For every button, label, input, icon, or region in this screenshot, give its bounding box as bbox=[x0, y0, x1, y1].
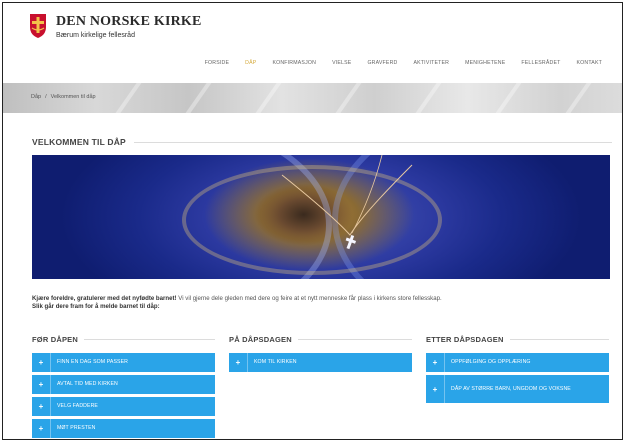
plus-icon: + bbox=[432, 384, 438, 394]
breadcrumb-home[interactable]: Dåp bbox=[31, 94, 41, 100]
column-etter-dapsdagen: ETTER DÅPSDAGEN + OPPFØLGING OG OPPLÆRIN… bbox=[426, 335, 609, 406]
banner-texture bbox=[406, 83, 444, 113]
button-label: VELG FADDERE bbox=[57, 403, 98, 409]
button-divider bbox=[50, 353, 51, 372]
intro-text: Kjære foreldre, gratulerer med det nyfød… bbox=[32, 295, 612, 311]
column-divider bbox=[83, 339, 215, 340]
church-cross-shield-icon[interactable] bbox=[29, 13, 47, 39]
column-title: FØR DÅPEN bbox=[32, 335, 78, 344]
column-for-dapen: FØR DÅPEN + FINN EN DAG SOM PASSER + AVT… bbox=[32, 335, 215, 439]
title-divider bbox=[133, 141, 612, 143]
site-subtitle: Bærum kirkelige fellesråd bbox=[56, 32, 135, 39]
intro-greeting: Kjære foreldre, gratulerer med det nyfød… bbox=[32, 295, 177, 302]
column-title: PÅ DÅPSDAGEN bbox=[229, 335, 292, 344]
nav-item-fellesradet[interactable]: FELLESRÅDET bbox=[513, 60, 568, 66]
nav-item-forside[interactable]: FORSIDE bbox=[197, 60, 237, 66]
button-label: DÅP AV STØRRE BARN, UNGDOM OG VOKSNE bbox=[451, 385, 571, 392]
finn-dag-button[interactable]: + FINN EN DAG SOM PASSER bbox=[32, 353, 215, 372]
banner-texture bbox=[326, 83, 364, 113]
column-header: PÅ DÅPSDAGEN bbox=[229, 335, 412, 344]
button-divider bbox=[50, 397, 51, 416]
plus-icon: + bbox=[38, 380, 44, 389]
plus-icon: + bbox=[38, 358, 44, 367]
intro-body: Vi vil gjerne dele gleden med dere og fe… bbox=[176, 295, 442, 302]
banner-texture bbox=[486, 83, 524, 113]
button-divider bbox=[247, 353, 248, 372]
avtal-tid-button[interactable]: + AVTAL TID MED KIRKEN bbox=[32, 375, 215, 394]
plus-icon: + bbox=[38, 424, 44, 433]
plus-icon: + bbox=[235, 358, 241, 367]
button-divider bbox=[50, 375, 51, 394]
column-pa-dapsdagen: PÅ DÅPSDAGEN + KOM TIL KIRKEN bbox=[229, 335, 412, 375]
button-label: FINN EN DAG SOM PASSER bbox=[57, 359, 128, 365]
button-label: KOM TIL KIRKEN bbox=[254, 359, 297, 365]
button-label: AVTAL TID MED KIRKEN bbox=[57, 381, 118, 387]
cross-necklace-icon bbox=[281, 155, 413, 250]
column-title: ETTER DÅPSDAGEN bbox=[426, 335, 504, 344]
oppfolging-button[interactable]: + OPPFØLGING OG OPPLÆRING bbox=[426, 353, 609, 372]
banner-texture bbox=[556, 83, 594, 113]
button-divider bbox=[50, 419, 51, 438]
button-divider bbox=[444, 353, 445, 372]
button-label: OPPFØLGING OG OPPLÆRING bbox=[451, 359, 531, 365]
breadcrumb-separator: / bbox=[45, 94, 47, 100]
mot-presten-button[interactable]: + MØT PRESTEN bbox=[32, 419, 215, 438]
nav-item-kontakt[interactable]: KONTAKT bbox=[568, 60, 610, 66]
main-nav: FORSIDE DÅP KONFIRMASJON VIELSE GRAVFERD… bbox=[197, 60, 610, 66]
hero-image bbox=[32, 155, 610, 279]
column-divider bbox=[509, 339, 609, 340]
column-header: FØR DÅPEN bbox=[32, 335, 215, 344]
site-name[interactable]: DEN NORSKE KIRKE bbox=[56, 14, 202, 30]
nav-item-menighetene[interactable]: MENIGHETENE bbox=[457, 60, 513, 66]
column-header: ETTER DÅPSDAGEN bbox=[426, 335, 609, 344]
button-divider bbox=[444, 375, 445, 403]
nav-item-gravferd[interactable]: GRAVFERD bbox=[359, 60, 405, 66]
nav-item-konfirmasjon[interactable]: KONFIRMASJON bbox=[264, 60, 324, 66]
banner-texture bbox=[176, 83, 214, 113]
banner-texture bbox=[106, 83, 144, 113]
nav-item-vielse[interactable]: VIELSE bbox=[324, 60, 359, 66]
plus-icon: + bbox=[38, 402, 44, 411]
breadcrumb-current: Velkommen til dåp bbox=[50, 94, 96, 100]
velg-faddere-button[interactable]: + VELG FADDERE bbox=[32, 397, 215, 416]
dap-storre-barn-button[interactable]: + DÅP AV STØRRE BARN, UNGDOM OG VOKSNE bbox=[426, 375, 609, 403]
banner-texture bbox=[246, 83, 284, 113]
page-title: VELKOMMEN TIL DÅP bbox=[32, 137, 126, 147]
button-label: MØT PRESTEN bbox=[57, 425, 96, 431]
plus-icon: + bbox=[432, 358, 438, 367]
kom-til-kirken-button[interactable]: + KOM TIL KIRKEN bbox=[229, 353, 412, 372]
column-divider bbox=[297, 339, 412, 340]
breadcrumb: Dåp / Velkommen til dåp bbox=[31, 94, 96, 100]
nav-item-dap[interactable]: DÅP bbox=[237, 60, 264, 66]
breadcrumb-banner: Dåp / Velkommen til dåp bbox=[3, 83, 622, 113]
page-title-row: VELKOMMEN TIL DÅP bbox=[32, 137, 612, 147]
browser-frame: DEN NORSKE KIRKE Bærum kirkelige fellesr… bbox=[2, 2, 623, 440]
intro-instruction: Slik går dere fram for å melde barnet ti… bbox=[32, 303, 160, 310]
site-header: DEN NORSKE KIRKE Bærum kirkelige fellesr… bbox=[3, 3, 622, 83]
nav-item-aktiviteter[interactable]: AKTIVITETER bbox=[405, 60, 457, 66]
